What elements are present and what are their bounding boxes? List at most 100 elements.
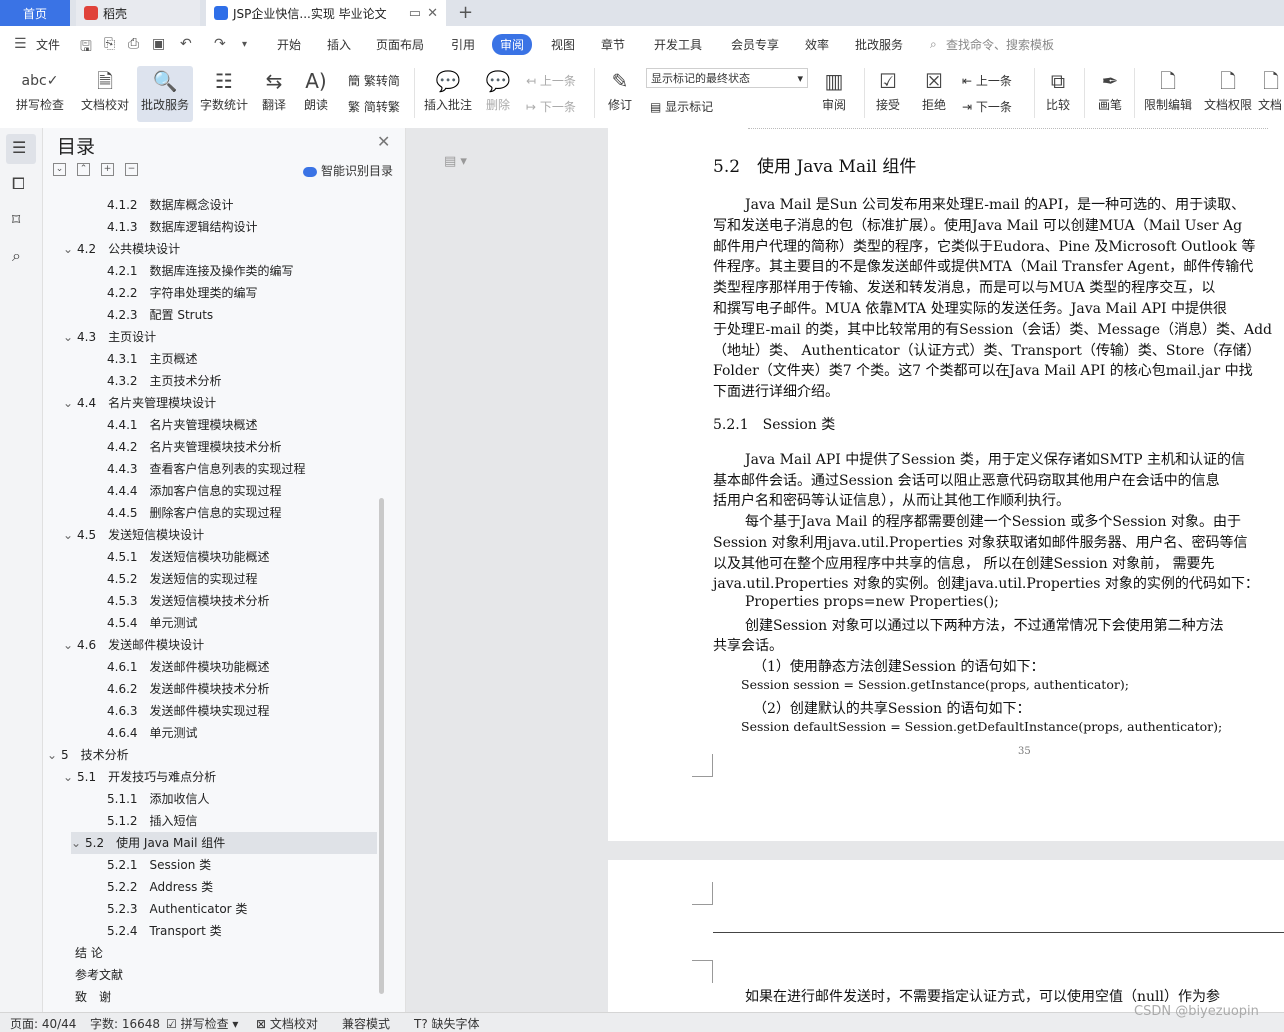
toc-item[interactable]: 4.4.3 查看客户信息列表的实现过程 bbox=[43, 458, 377, 480]
save-icon[interactable]: 🖫 bbox=[80, 36, 92, 60]
simp-to-trad-button[interactable]: 繁 简转繁 bbox=[348, 98, 400, 115]
toc-icon[interactable]: ☰ bbox=[12, 138, 26, 157]
toc-item[interactable]: 4.6.4 单元测试 bbox=[43, 722, 377, 744]
doc-more-button[interactable]: 🗋 文档 bbox=[1258, 66, 1284, 113]
smart-toc-button[interactable]: 智能识别目录 bbox=[303, 162, 393, 179]
status-doc-proof[interactable]: ⊠ 文档校对 bbox=[256, 1015, 318, 1032]
toc-item[interactable]: 5.1.2 插入短信 bbox=[43, 810, 377, 832]
insert-comment-button[interactable]: 💬 插入批注 bbox=[422, 66, 474, 113]
show-marks-button[interactable]: ▤ 显示标记 bbox=[650, 98, 713, 115]
read-aloud-button[interactable]: A) 朗读 bbox=[296, 66, 336, 113]
toc-item[interactable]: ⌄ 5 技术分析 bbox=[43, 744, 377, 766]
toc-item[interactable]: ⌄ 4.2 公共模块设计 bbox=[43, 238, 377, 260]
chevron-down-icon[interactable]: ⌄ bbox=[63, 524, 77, 546]
mark-state-select[interactable]: 显示标记的最终状态 ▾ bbox=[646, 68, 808, 88]
toc-item[interactable]: 5.2.2 Address 类 bbox=[43, 876, 377, 898]
paragraph-style-icon[interactable]: ▤ ▾ bbox=[444, 154, 467, 169]
toc-item[interactable]: 5.2.4 Transport 类 bbox=[43, 920, 377, 942]
menu-view[interactable]: 视图 bbox=[551, 36, 575, 53]
menu-reference[interactable]: 引用 bbox=[451, 36, 475, 53]
chevron-down-icon[interactable]: ⌄ bbox=[63, 392, 77, 414]
close-icon[interactable]: ✕ bbox=[427, 6, 438, 21]
chevron-down-icon[interactable]: ⌄ bbox=[47, 744, 61, 766]
toc-item[interactable]: 5.2.1 Session 类 bbox=[43, 854, 377, 876]
toc-item[interactable]: ⌄ 4.5 发送短信模块设计 bbox=[43, 524, 377, 546]
next-comment-button[interactable]: ↦ 下一条 bbox=[526, 98, 576, 115]
status-spell-check[interactable]: ☑ 拼写检查 ▾ bbox=[166, 1015, 238, 1032]
spell-check-button[interactable]: abc✓ 拼写检查 bbox=[10, 66, 70, 113]
toc-item[interactable]: 5.1.1 添加收信人 bbox=[43, 788, 377, 810]
toc-item[interactable]: ⌄ 4.6 发送邮件模块设计 bbox=[43, 634, 377, 656]
toc-item[interactable]: 4.1.3 数据库逻辑结构设计 bbox=[43, 216, 377, 238]
toc-item[interactable]: 4.4.4 添加客户信息的实现过程 bbox=[43, 480, 377, 502]
toc-item[interactable]: 参考文献 bbox=[43, 964, 377, 986]
toc-item[interactable]: 4.4.2 名片夹管理模块技术分析 bbox=[43, 436, 377, 458]
toc-item[interactable]: 4.2.1 数据库连接及操作类的编写 bbox=[43, 260, 377, 282]
remove-level-icon[interactable]: − bbox=[125, 163, 138, 176]
tab-daoke[interactable]: 稻壳 bbox=[76, 0, 200, 26]
tab-home[interactable]: 首页 bbox=[0, 0, 70, 26]
translate-button[interactable]: ⇆ 翻译 bbox=[252, 66, 296, 113]
menu-start[interactable]: 开始 bbox=[277, 36, 301, 53]
toc-item[interactable]: 4.6.3 发送邮件模块实现过程 bbox=[43, 700, 377, 722]
bookmark-icon[interactable]: ⌑ bbox=[12, 210, 20, 229]
chevron-down-icon[interactable]: ⌄ bbox=[63, 634, 77, 656]
document-page-next[interactable]: 如果在进行邮件发送时，不需要指定认证方式，可以使用空值（null）作为参 bbox=[608, 860, 1284, 1012]
review-pane-button[interactable]: ▥ 审阅 bbox=[812, 66, 856, 113]
accept-button[interactable]: ☑ 接受 bbox=[866, 66, 910, 113]
next-change-button[interactable]: ⇥ 下一条 bbox=[962, 98, 1012, 115]
toc-item[interactable]: 4.5.4 单元测试 bbox=[43, 612, 377, 634]
trad-to-simp-button[interactable]: 簡 繁转简 bbox=[348, 72, 400, 89]
doc-proof-button[interactable]: 🗎 文档校对 bbox=[80, 66, 130, 113]
word-count-button[interactable]: ☷ 字数统计 bbox=[199, 66, 249, 113]
prev-comment-button[interactable]: ↤ 上一条 bbox=[526, 72, 576, 89]
toc-item[interactable]: 4.1.2 数据库概念设计 bbox=[43, 194, 377, 216]
toc-item[interactable]: 结 论 bbox=[43, 942, 377, 964]
missing-font-button[interactable]: T? 缺失字体 bbox=[414, 1015, 480, 1032]
toc-item[interactable]: 4.3.1 主页概述 bbox=[43, 348, 377, 370]
page-indicator[interactable]: 页面: 40/44 bbox=[10, 1015, 76, 1032]
chevron-down-icon[interactable]: ⌄ bbox=[71, 832, 85, 854]
chevron-down-icon[interactable]: ⌄ bbox=[63, 766, 77, 788]
close-icon[interactable]: ✕ bbox=[377, 132, 390, 151]
menu-member[interactable]: 会员专享 bbox=[731, 36, 779, 53]
menu-devtools[interactable]: 开发工具 bbox=[654, 36, 702, 53]
chevron-down-icon[interactable]: ⌄ bbox=[63, 238, 77, 260]
revise-button[interactable]: ✎ 修订 bbox=[598, 66, 642, 113]
toc-scrollbar[interactable] bbox=[379, 498, 384, 994]
chevron-down-icon[interactable]: ⌄ bbox=[63, 326, 77, 348]
print-preview-icon[interactable]: ▣ bbox=[152, 36, 165, 52]
export-icon[interactable]: ⎘ bbox=[104, 36, 115, 52]
word-count-indicator[interactable]: 字数: 16648 bbox=[90, 1015, 160, 1032]
search-icon[interactable]: ⌕ bbox=[12, 246, 21, 266]
menu-file[interactable]: 文件 bbox=[36, 36, 60, 53]
redo-icon[interactable]: ↷ bbox=[214, 36, 226, 52]
toc-item[interactable]: ⌄ 4.4 名片夹管理模块设计 bbox=[43, 392, 377, 414]
document-page[interactable]: ▤ ▾ 5.2 使用 Java Mail 组件 Java Mail 是Sun 公… bbox=[444, 128, 1284, 841]
chapter-icon[interactable]: ⧠ bbox=[12, 174, 25, 194]
menu-layout[interactable]: 页面布局 bbox=[376, 36, 424, 53]
toc-item[interactable]: 4.3.2 主页技术分析 bbox=[43, 370, 377, 392]
compare-button[interactable]: ⧉ 比较 bbox=[1036, 66, 1080, 113]
toc-item[interactable]: ⌄ 4.3 主页设计 bbox=[43, 326, 377, 348]
toc-item[interactable]: 致 谢 bbox=[43, 986, 377, 1008]
command-search[interactable]: 查找命令、搜索模板 bbox=[946, 36, 1054, 53]
delete-comment-button[interactable]: 💬 删除 bbox=[478, 66, 518, 113]
pen-button[interactable]: ✒ 画笔 bbox=[1088, 66, 1132, 113]
toc-item[interactable]: 4.2.2 字符串处理类的编写 bbox=[43, 282, 377, 304]
menu-chapter[interactable]: 章节 bbox=[601, 36, 625, 53]
chevron-down-icon[interactable]: ▾ bbox=[242, 39, 247, 50]
tab-document[interactable]: JSP企业快信...实现 毕业论文 ▭ ✕ bbox=[206, 0, 446, 26]
toc-item[interactable]: 4.5.2 发送短信的实现过程 bbox=[43, 568, 377, 590]
menu-review[interactable]: 审阅 bbox=[492, 34, 533, 55]
toc-item[interactable]: 4.4.1 名片夹管理模块概述 bbox=[43, 414, 377, 436]
toc-item[interactable]: 4.6.1 发送邮件模块功能概述 bbox=[43, 656, 377, 678]
reject-button[interactable]: ☒ 拒绝 bbox=[912, 66, 956, 113]
hamburger-icon[interactable]: ☰ bbox=[14, 36, 27, 52]
doc-rights-button[interactable]: 🗋 文档权限 bbox=[1200, 66, 1256, 113]
toc-item[interactable]: 4.6.2 发送邮件模块技术分析 bbox=[43, 678, 377, 700]
print-icon[interactable]: ⎙ bbox=[128, 36, 139, 52]
prev-change-button[interactable]: ⇤ 上一条 bbox=[962, 72, 1012, 89]
toc-item[interactable]: 5.2.3 Authenticator 类 bbox=[43, 898, 377, 920]
menu-correction[interactable]: 批改服务 bbox=[855, 36, 903, 53]
